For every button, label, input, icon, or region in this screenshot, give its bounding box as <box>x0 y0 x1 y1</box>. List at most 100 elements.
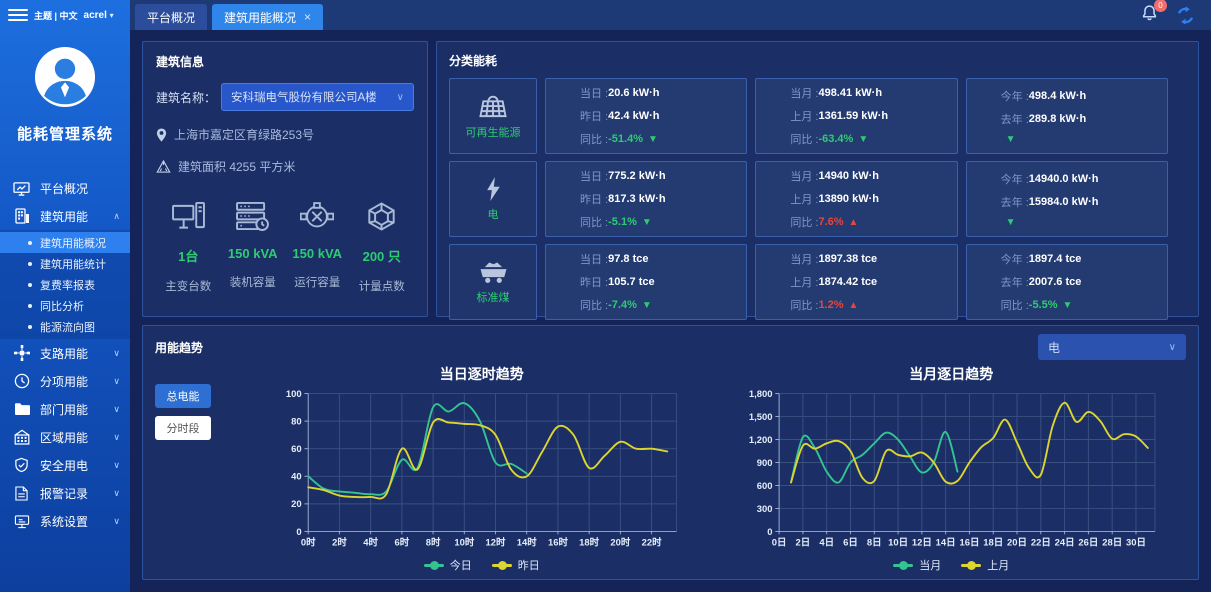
energy-type-select[interactable]: 电 ∨ <box>1038 334 1186 360</box>
sidebar-item-3[interactable]: 分项用能∨ <box>0 367 130 395</box>
stat-value: 13890 kW·h <box>818 193 879 205</box>
svg-text:16时: 16时 <box>548 537 568 549</box>
stat-value: 14940 kW·h <box>818 170 879 182</box>
trend-button-1[interactable]: 分时段 <box>155 416 211 440</box>
sidebar-item-label: 系统设置 <box>40 513 88 530</box>
stat-value: 7.6% <box>818 216 843 228</box>
stat-value: 105.7 tce <box>608 276 654 288</box>
trend-down-icon: ▼ <box>1006 134 1016 145</box>
stat-value: 15984.0 kW·h <box>1029 196 1099 208</box>
submenu: 建筑用能概况建筑用能统计复费率报表同比分析能源流向图 <box>0 230 130 339</box>
switch-icon <box>285 199 350 231</box>
sidebar-item-label: 报警记录 <box>40 485 88 502</box>
svg-text:100: 100 <box>286 389 302 400</box>
stat-label: 同比 : <box>580 214 608 230</box>
line-chart-svg: 0204060801000时2时4时6时8时10时12时14时16时18时20时… <box>262 386 702 556</box>
theme-language-switcher[interactable]: 主题 | 中文 <box>34 9 78 22</box>
legend-dot-icon <box>899 561 908 570</box>
category-name: 标准煤 <box>477 289 510 305</box>
legend-item-今日[interactable]: 今日 <box>424 557 472 573</box>
trend-down-icon: ▼ <box>642 300 652 311</box>
stat-card: 今年 : 1897.4 tce去年 : 2007.6 tce同比 : -5.5%… <box>966 244 1168 320</box>
svg-text:80: 80 <box>291 416 302 427</box>
energy-type-value: 电 <box>1048 339 1060 356</box>
solar-icon <box>478 93 508 119</box>
sidebar-item-8[interactable]: 系统设置∨ <box>0 507 130 535</box>
submenu-item[interactable]: 能源流向图 <box>0 316 130 337</box>
cart-icon <box>478 259 509 284</box>
sidebar-item-label: 平台概况 <box>40 180 88 197</box>
sidebar-item-2[interactable]: 支路用能∨ <box>0 339 130 367</box>
chart-title: 当月逐日趋势 <box>909 364 993 384</box>
sidebar-item-0[interactable]: 平台概况 <box>0 174 130 202</box>
svg-text:22时: 22时 <box>641 537 661 549</box>
svg-text:10日: 10日 <box>888 538 908 549</box>
user-menu[interactable]: acrel ▾ <box>84 10 114 21</box>
refresh-icon[interactable] <box>1176 7 1195 24</box>
topbar-actions: 0 <box>1141 0 1211 30</box>
workstation-icon <box>156 199 221 231</box>
folder-icon <box>13 401 30 418</box>
stat-card: 当月 : 498.41 kW·h上月 : 1361.59 kW·h同比 : -6… <box>755 78 957 154</box>
submenu-item[interactable]: 复费率报表 <box>0 274 130 295</box>
svg-text:28日: 28日 <box>1102 538 1122 549</box>
legend-item-上月[interactable]: 上月 <box>961 557 1009 573</box>
trend-up-icon: ▲ <box>849 300 859 311</box>
sidebar-item-7[interactable]: 报警记录 ∨ <box>0 479 130 507</box>
category-energy-rows: 可再生能源当日 : 20.6 kW·h昨日 : 42.4 kW·h同比 : -5… <box>449 78 1168 320</box>
stat-label: 上月 : <box>790 108 818 124</box>
sidebar-item-6[interactable]: 安全用电∨ <box>0 451 130 479</box>
stat-line: 今年 : 1897.4 tce <box>1001 251 1167 267</box>
category-icon-cell: 可再生能源 <box>449 78 537 154</box>
stat-label: 今年 : <box>1001 171 1029 187</box>
building-info-panel: 建筑信息 建筑名称： 安科瑞电气股份有限公司A楼 ∨ 上海市嘉定区育绿路253号… <box>142 41 428 317</box>
notification-bell-icon[interactable]: 0 <box>1141 4 1158 26</box>
stat-card: 当月 : 1897.38 tce上月 : 1874.42 tce同比 : 1.2… <box>755 244 957 320</box>
svg-text:14日: 14日 <box>936 538 956 549</box>
category-energy-panel: 分类能耗 可再生能源当日 : 20.6 kW·h昨日 : 42.4 kW·h同比… <box>436 41 1199 317</box>
trend-button-0[interactable]: 总电能 <box>155 384 211 408</box>
tab-platform-overview[interactable]: 平台概况 <box>135 4 207 30</box>
settings-icon <box>13 513 30 530</box>
submenu-item[interactable]: 同比分析 <box>0 295 130 316</box>
stat-value: 14940.0 kW·h <box>1029 173 1099 185</box>
svg-text:6日: 6日 <box>843 538 858 549</box>
legend-label: 当月 <box>919 557 941 573</box>
trend-title: 用能趋势 <box>155 339 203 356</box>
tab-close-icon[interactable]: × <box>304 11 311 23</box>
tab-bar: 平台概况建筑用能概况× <box>135 0 323 30</box>
chevron-down-icon: ∨ <box>113 488 120 499</box>
user-name: acrel <box>84 10 107 21</box>
building-name-label: 建筑名称： <box>156 89 216 106</box>
building-icon <box>13 208 30 225</box>
sidebar-item-1[interactable]: 建筑用能∧ <box>0 202 130 230</box>
tab-building-energy-overview[interactable]: 建筑用能概况× <box>212 4 323 30</box>
legend-label: 今日 <box>450 557 472 573</box>
sidebar-item-4[interactable]: 部门用能∨ <box>0 395 130 423</box>
submenu-item[interactable]: 建筑用能统计 <box>0 253 130 274</box>
chart-legend: 当月 上月 <box>893 557 1009 573</box>
stat-value: -7.4% <box>608 299 637 311</box>
sidebar-item-5[interactable]: 区域用能∨ <box>0 423 130 451</box>
building-name-select[interactable]: 安科瑞电气股份有限公司A楼 ∨ <box>221 83 414 111</box>
legend-item-昨日[interactable]: 昨日 <box>492 557 540 573</box>
stat-line: 当日 : 97.8 tce <box>580 251 746 267</box>
chevron-down-icon: ∨ <box>113 348 120 359</box>
svg-text:26日: 26日 <box>1079 538 1099 549</box>
bullet-icon <box>28 325 32 329</box>
stat-label: 当月 : <box>790 168 818 184</box>
stat-line: 同比 : -7.4%▼ <box>580 297 746 313</box>
submenu-item-active[interactable]: 建筑用能概况 <box>0 232 130 253</box>
stat-label: 当月 : <box>790 85 818 101</box>
stat-line: 同比 : -51.4%▼ <box>580 131 746 147</box>
sidebar-item-label: 分项用能 <box>40 373 88 390</box>
stat-label: 今年 : <box>1001 88 1029 104</box>
stat-value: -63.4% <box>818 133 853 145</box>
legend-item-当月[interactable]: 当月 <box>893 557 941 573</box>
chevron-down-icon: ∨ <box>113 460 120 471</box>
legend-dot-icon <box>498 561 507 570</box>
svg-text:12时: 12时 <box>485 537 505 549</box>
hamburger-menu-icon[interactable] <box>8 8 28 22</box>
building-info-title: 建筑信息 <box>156 53 414 70</box>
building-stat-value: 150 kVA <box>221 246 286 261</box>
